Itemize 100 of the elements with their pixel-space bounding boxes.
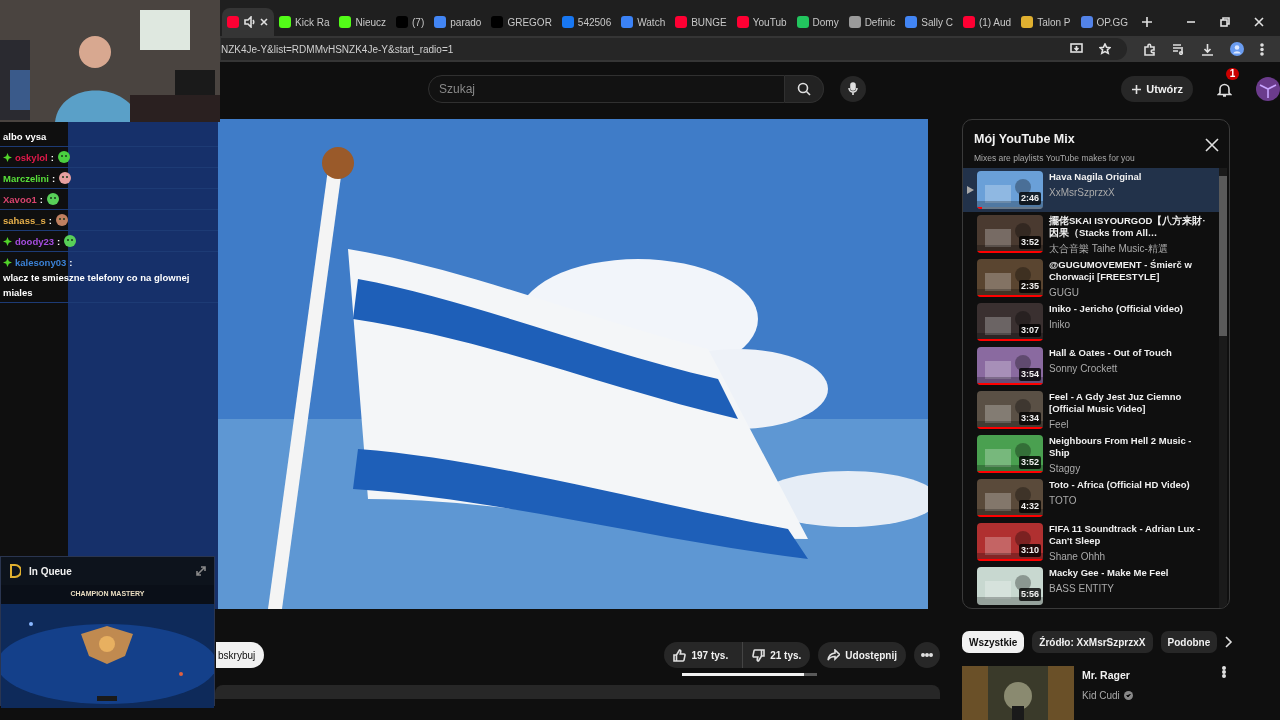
more-icon [921,653,933,657]
video-title: Mr. Rager [1082,668,1131,683]
browser-tab[interactable]: Domy [791,8,844,36]
browser-tab[interactable]: parado [429,8,487,36]
browser-tab[interactable]: Talon P [1016,8,1076,36]
tab-title: OP.GG [1096,15,1128,30]
channel-name: Feel [1049,418,1070,432]
tab-title: GREGOR [507,15,552,30]
browser-tab[interactable] [222,8,274,36]
like-button[interactable]: 197 tys. [664,642,738,668]
video-title: 擺佬SKAI ISYOURGOD【八方来財·因果（Stacks from All… [1049,215,1207,239]
playlist-item[interactable]: 4:32 Toto - Africa (Official HD Video) TOTO [963,476,1219,520]
more-button[interactable] [914,642,940,668]
browser-tab[interactable]: Kick Ra [274,8,335,36]
filter-chip[interactable]: Źródło: XxMsrSzprzxX [1032,631,1153,653]
filter-chip[interactable]: Wszystkie [962,631,1025,653]
tab-title: parado [450,15,482,30]
close-icon[interactable] [1254,17,1264,27]
playlist-item[interactable]: 2:35 @GUGUMOVEMENT - Śmierč w Chorwacji [FREESTYLE] GUGU [963,256,1219,300]
tab-title: Watch [637,15,666,30]
avatar-icon[interactable] [1230,42,1244,56]
tab-title: Nieucz [355,15,387,30]
playlist-item[interactable]: 3:54 Hall & Oates - Out of Touch Sonny Crockett [963,344,1219,388]
chat-separator: : [50,151,54,163]
playlist-item[interactable]: 2:46 Hava Nagila Original XxMsrSzprzxX [963,168,1219,212]
video-title: FIFA 11 Soundtrack - Adrian Lux - Can't Sleep [1049,523,1202,547]
video-title: Neighbours From Hell 2 Music - Ship [1049,435,1193,459]
avatar-icon[interactable] [1256,77,1280,101]
channel-name: XxMsrSzprzxX [1049,186,1116,200]
share-button[interactable]: Udostępnij [818,642,906,668]
search-field[interactable]: Szukaj [428,75,785,103]
tab-title: Talon P [1037,15,1071,30]
browser-tab[interactable]: (1) Aud [957,8,1017,36]
channel-name: Shane Ohhh [1049,550,1107,564]
microphone-button[interactable] [840,76,867,102]
browser-tab[interactable]: Watch [616,8,671,36]
close-icon[interactable] [1205,138,1219,152]
media-icon[interactable] [1172,43,1185,55]
subscribe-button[interactable]: bskrybuj [216,642,265,668]
chat-separator: : [48,214,52,226]
puzzle-icon[interactable] [1143,42,1156,56]
tab-title: YouTub [752,15,787,30]
video-title: Hall & Oates - Out of Touch [1049,347,1173,359]
install-icon[interactable] [1070,43,1083,55]
new-tab-icon[interactable] [1141,16,1153,28]
filter-chip[interactable]: Podobne [1160,631,1218,653]
bell-icon[interactable] [1217,81,1232,98]
star-icon[interactable] [1099,43,1111,55]
tab-title: Kick Ra [295,15,330,30]
thumbs-down-icon [752,648,766,662]
restore-icon[interactable] [1220,17,1230,27]
browser-tab[interactable]: 542506 [556,8,617,36]
tab-title: Sally C [921,15,953,30]
dislike-button[interactable]: 21 tys. [742,642,811,668]
notification-count: 1 [1226,68,1239,80]
chat-separator: : [51,172,56,184]
channel-name: Kid Cudi [1082,688,1120,703]
playlist-item[interactable]: 3:07 Iniko - Jericho (Official Video) Iniko [963,300,1219,344]
playlist-item[interactable]: 3:10 FIFA 11 Soundtrack - Adrian Lux - Can't Sleep Shane Ohhh [963,520,1219,564]
chat-separator: : [57,235,61,247]
create-button[interactable]: Utwórz [1121,76,1193,102]
playlist-item[interactable]: 3:34 Feel - A Gdy Jest Juz Ciemno [Official Music Video] Feel [963,388,1219,432]
chat-username: kalesony03 [15,256,67,268]
playlist-item[interactable]: 3:52 擺佬SKAI ISYOURGOD【八方来財·因果（Stacks from All… 太合音樂 Taihe Music-精選 [963,212,1219,256]
browser-tab[interactable]: OP.GG [1075,8,1133,36]
channel-name: Staggy [1049,462,1082,476]
browser-tab[interactable]: YouTub [731,8,792,36]
video-title: @GUGUMOVEMENT - Śmierč w Chorwacji [FREESTYLE] [1049,259,1193,283]
video-title: Hava Nagila Original [1049,171,1143,183]
browser-tab[interactable]: Definic [843,8,901,36]
chat-username: doody23 [15,235,55,247]
playlist-title: Mój YouTube Mix [974,131,1076,148]
video-title: Toto - Africa (Official HD Video) [1049,479,1191,491]
channel-name: GUGU [1049,286,1080,300]
video-title: Feel - A Gdy Jest Juz Ciemno [Official Music Video] [1049,391,1183,415]
queue-title: In Queue [29,564,72,579]
chat-separator: : [39,193,43,205]
menu-icon[interactable] [1260,42,1264,56]
playlist-subtitle: Mixes are playlists YouTube makes for you [974,151,1135,165]
browser-tab[interactable]: Nieucz [334,8,392,36]
speaker-icon[interactable] [243,16,255,28]
channel-name: 太合音樂 Taihe Music-精選 [1049,242,1169,256]
close-icon[interactable] [259,17,269,27]
playlist-item[interactable]: 3:52 Neighbours From Hell 2 Music - Ship Staggy [963,432,1219,476]
browser-tab[interactable]: Sally C [900,8,958,36]
play-icon [967,186,974,194]
download-icon[interactable] [1201,42,1214,56]
chat-username: Marczelini [3,172,49,184]
more-icon[interactable] [1222,666,1226,678]
scrollbar-thumb[interactable] [1219,176,1227,336]
chevron-right-icon[interactable] [1225,636,1234,648]
browser-tab[interactable]: GREGOR [486,8,557,36]
playlist-item[interactable]: 5:56 Macky Gee - Make Me Feel BASS ENTITY [963,564,1219,608]
address-field[interactable]: NZK4Je-Y&list=RDMMvHSNZK4Je-Y&start_radio=1 [221,38,1127,60]
tab-title: BUNGE [691,15,727,30]
logo-icon [9,564,21,578]
browser-tab[interactable]: BUNGE [670,8,732,36]
channel-name: TOTO [1049,494,1078,508]
browser-tab[interactable]: (7) [391,8,430,36]
search-button[interactable] [784,75,825,103]
